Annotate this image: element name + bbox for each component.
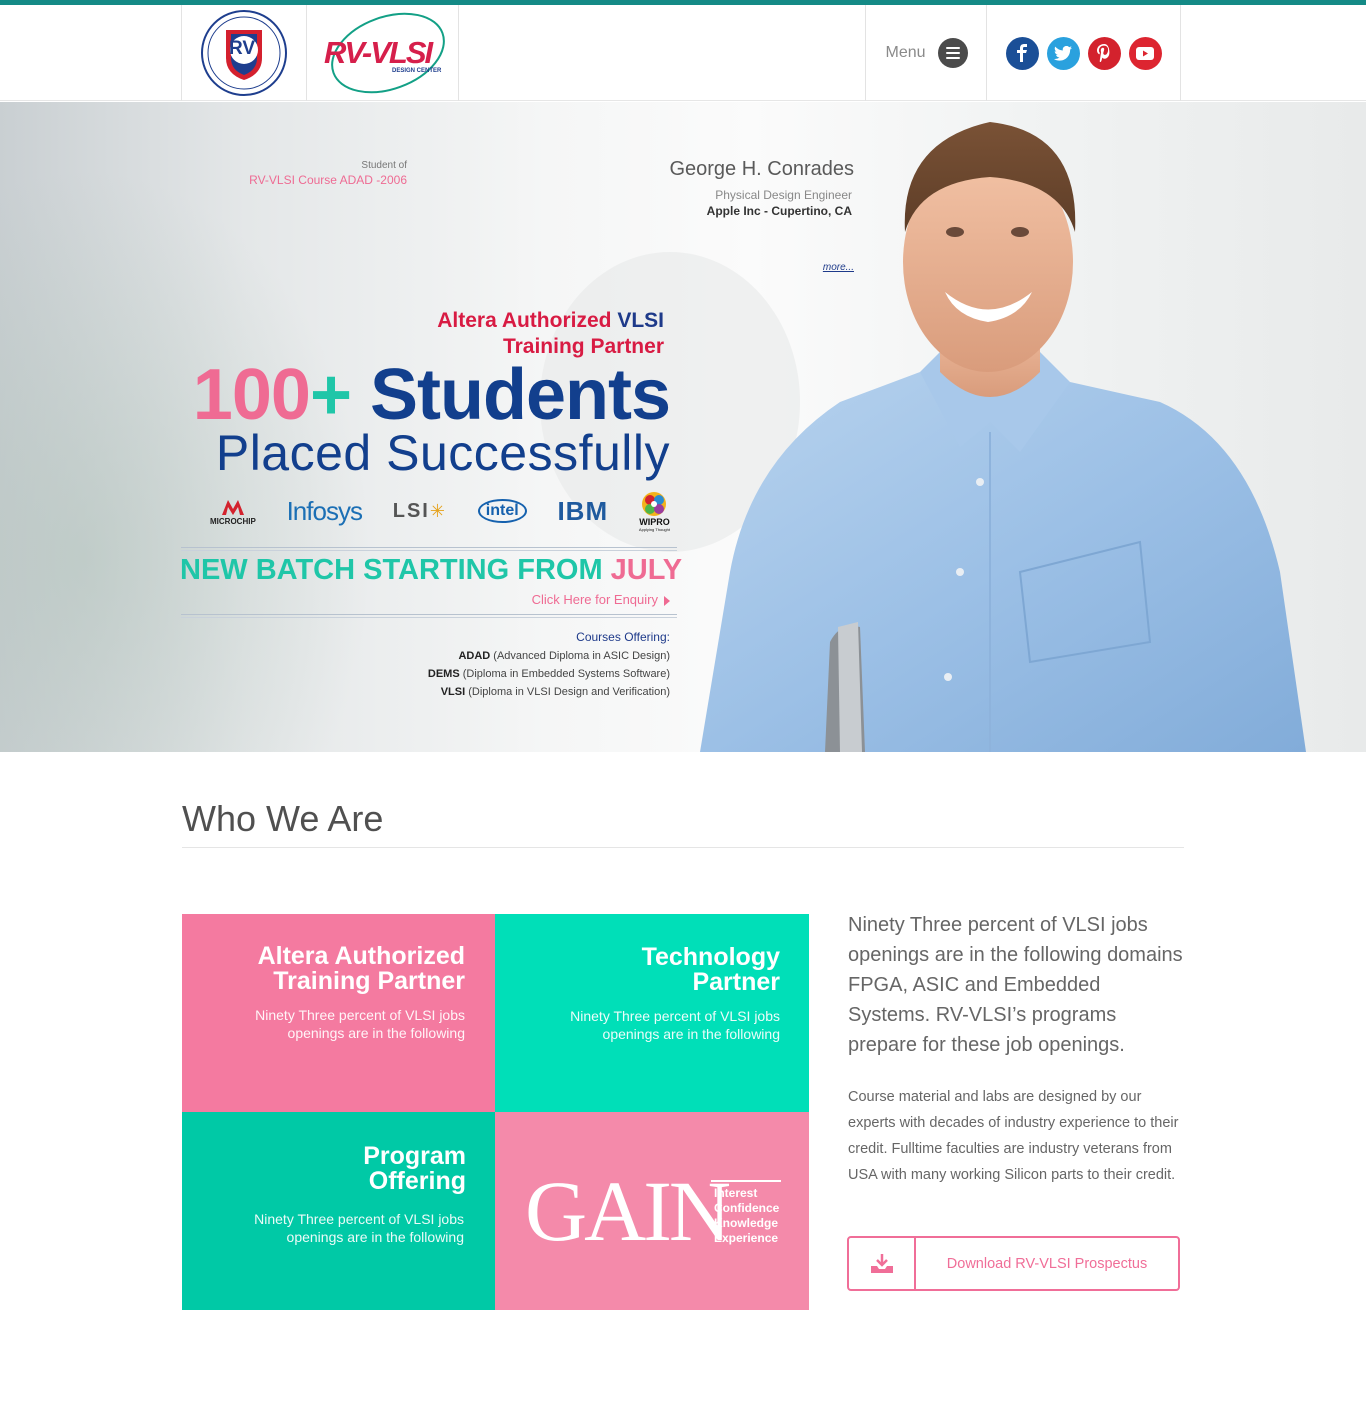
tile-text: Ninety Three percent of VLSI jobs openin…	[254, 1211, 464, 1245]
testimonial-more-link[interactable]: more...	[790, 262, 854, 273]
hamburger-icon[interactable]	[937, 38, 968, 68]
tile-title: Altera Authorized Training Partner	[258, 944, 465, 994]
microchip-logo-text: MICROCHIP	[210, 516, 256, 526]
tile-text: Ninety Three percent of VLSI jobs openin…	[255, 1007, 465, 1041]
download-icon	[849, 1238, 916, 1289]
rv-institutions-logo[interactable]: RV	[181, 5, 307, 101]
wipro-logo: WIPRO Applying Thought	[639, 491, 670, 532]
testimonial-role: Physical Design Engineer	[715, 188, 852, 202]
tile-title-line1: Program	[363, 1142, 466, 1170]
enquiry-link[interactable]: Click Here for Enquiry	[400, 592, 670, 607]
tile-title-line2: Training Partner	[273, 967, 465, 995]
menu-toggle[interactable]: Menu	[865, 5, 987, 101]
tile-title-line2: Offering	[368, 1167, 466, 1195]
ibm-logo: IBM	[557, 495, 609, 526]
new-batch-month: JULY	[610, 554, 683, 586]
placement-subheadline: Placed Successfully	[215, 425, 670, 481]
altera-heading-line1: Altera Authorized VLSI	[340, 309, 664, 333]
tile-title: Program Offering	[363, 1144, 466, 1194]
recruiter-logos: MICROCHIP Infosys LSI✳ intel IBM WIPRO A…	[210, 488, 670, 534]
gain-word: GAIN	[525, 1163, 731, 1259]
wipro-tagline: Applying Thought	[638, 526, 670, 532]
who-body-paragraph: Course material and labs are designed by…	[848, 1089, 1179, 1183]
who-we-are-divider	[182, 847, 1184, 848]
tile-altera[interactable]: Altera Authorized Training Partner Ninety…	[182, 914, 495, 1112]
tile-text: Ninety Three percent of VLSI jobs openin…	[570, 1008, 780, 1042]
gain-item: Experience	[714, 1231, 779, 1245]
new-batch-text: NEW BATCH STARTING FROM	[180, 554, 603, 586]
hero-banner: Student of RV-VLSI Course ADAD -2006 Geo…	[0, 102, 1366, 752]
course-item: ADAD (Advanced Diploma in ASIC Design)	[330, 650, 670, 662]
placement-word: Students	[350, 355, 671, 435]
placement-count: 100	[192, 355, 311, 435]
course-code: VLSI	[440, 686, 466, 698]
lsi-logo: LSI✳	[393, 500, 447, 523]
tile-title-line2: Partner	[692, 968, 780, 996]
tile-technology-partner[interactable]: Technology Partner Ninety Three percent o…	[495, 914, 809, 1112]
course-name: (Diploma in Embedded Systems Software)	[462, 668, 670, 680]
student-course-label: RV-VLSI Course ADAD -2006	[249, 173, 407, 187]
tile-title-line1: Technology	[641, 943, 780, 971]
course-name: (Diploma in VLSI Design and Verification…	[468, 686, 670, 698]
testimonial-name: George H. Conrades	[669, 158, 854, 180]
vlsi-logo-text: RV-VLSI	[324, 35, 433, 70]
course-name: (Advanced Diploma in ASIC Design)	[493, 650, 670, 662]
tile-title: Technology Partner	[642, 945, 780, 995]
social-links	[986, 5, 1181, 101]
divider-top	[181, 547, 677, 548]
vlsi-logo-subtext: DESIGN CENTER	[392, 68, 442, 74]
gain-item: Confidence	[714, 1201, 780, 1215]
facebook-icon[interactable]	[1005, 36, 1039, 70]
courses-title: Courses Offering:	[576, 630, 670, 644]
twitter-icon[interactable]	[1046, 36, 1080, 70]
gain-divider	[711, 1180, 781, 1182]
divider-top-inner	[181, 550, 677, 551]
divider-bottom	[181, 614, 677, 615]
infosys-logo: Infosys	[286, 495, 363, 526]
enquiry-link-text: Click Here for Enquiry	[531, 592, 658, 607]
lsi-logo-text: LSI	[392, 499, 430, 522]
tile-program-offering[interactable]: Program Offering Ninety Three percent of …	[182, 1112, 495, 1310]
download-prospectus-label: Download RV-VLSI Prospectus	[946, 1255, 1148, 1272]
course-code: ADAD	[458, 650, 491, 662]
course-item: VLSI (Diploma in VLSI Design and Verific…	[330, 686, 670, 698]
youtube-icon[interactable]	[1128, 36, 1162, 70]
download-prospectus-button[interactable]: Download RV-VLSI Prospectus	[847, 1236, 1180, 1291]
divider-bottom-inner	[181, 617, 677, 618]
gain-item: Knowledge	[714, 1216, 779, 1230]
new-batch-banner: NEW BATCH STARTING FROM JULY	[180, 554, 682, 587]
altera-heading-text: Altera Authorized	[437, 309, 612, 332]
testimonial-company: Apple Inc - Cupertino, CA	[706, 204, 852, 218]
rv-logo-text: RV	[229, 38, 256, 59]
intel-logo: intel	[477, 499, 527, 523]
course-code: DEMS	[427, 668, 460, 680]
wipro-flower-icon	[642, 491, 667, 516]
rv-vlsi-logo[interactable]: RV-VLSI DESIGN CENTER	[306, 5, 459, 101]
lsi-star-icon: ✳	[429, 500, 447, 521]
course-item: DEMS (Diploma in Embedded Systems Softwa…	[330, 668, 670, 680]
altera-heading-vlsi: VLSI	[617, 309, 664, 332]
gain-list: Interest Confidence Knowledge Experience	[714, 1186, 779, 1246]
placement-plus: +	[309, 355, 352, 435]
site-header: RV RV-VLSI DESIGN CENTER Menu	[0, 5, 1366, 101]
gain-item: Interest	[714, 1186, 758, 1200]
menu-label: Menu	[885, 44, 926, 61]
arrow-right-icon	[664, 595, 670, 606]
microchip-logo: MICROCHIP	[210, 497, 256, 526]
tile-gain: GAIN Interest Confidence Knowledge Exper…	[495, 1112, 809, 1310]
who-we-are-title: Who We Are	[182, 798, 384, 839]
who-lead-paragraph: Ninety Three percent of VLSI jobs openin…	[848, 914, 1183, 1056]
wipro-logo-text: WIPRO	[639, 516, 670, 527]
pinterest-icon[interactable]	[1087, 36, 1121, 70]
student-of-label: Student of	[361, 160, 407, 171]
tile-title-line1: Altera Authorized	[257, 942, 465, 970]
